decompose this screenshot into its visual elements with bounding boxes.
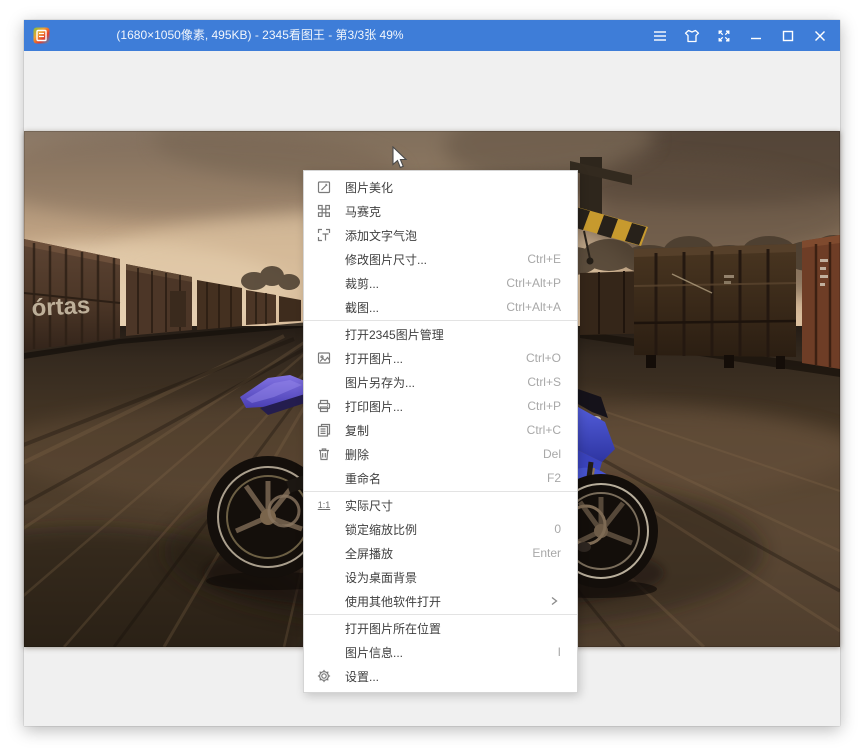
hamburger-icon [653,30,667,42]
maximize-button[interactable] [772,20,804,51]
graffiti-text: órtas [31,291,91,321]
menu-separator [304,491,577,492]
menu-separator [304,614,577,615]
actual-size-icon: 1:1 [316,497,332,513]
menu-item-beautify[interactable]: 图片美化 [304,175,577,199]
fullscreen-icon [717,29,731,43]
copy-icon [316,422,332,438]
menu-item-copy[interactable]: 复制 Ctrl+C [304,418,577,442]
fullscreen-button[interactable] [708,20,740,51]
menu-item-mosaic[interactable]: 马赛克 [304,199,577,223]
menu-item-label: 添加文字气泡 [345,227,541,244]
menu-item-delete[interactable]: 删除 Del [304,442,577,466]
menu-item-label: 实际尺寸 [345,497,541,514]
menu-item-resize[interactable]: 修改图片尺寸... Ctrl+E [304,247,577,271]
menu-item-label: 图片信息... [345,644,538,661]
menu-item-shortcut: Ctrl+Alt+A [506,300,561,314]
menu-item-fullscreen-play[interactable]: 全屏播放 Enter [304,541,577,565]
edit-icon [316,179,332,195]
menu-item-set-wallpaper[interactable]: 设为桌面背景 [304,565,577,589]
menu-item-label: 裁剪... [345,275,486,292]
menu-item-screenshot[interactable]: 截图... Ctrl+Alt+A [304,295,577,319]
menu-item-shortcut: Ctrl+Alt+P [506,276,561,290]
menu-item-label: 重命名 [345,470,527,487]
menu-item-shortcut: Enter [532,546,561,560]
titlebar[interactable]: (1680×1050像素, 495KB) - 2345看图王 - 第3/3张 4… [24,20,840,51]
menu-item-label: 打印图片... [345,398,507,415]
menu-item-label: 使用其他软件打开 [345,593,527,610]
menu-item-image-info[interactable]: 图片信息... I [304,640,577,664]
minimize-icon [750,30,762,42]
close-icon [814,30,826,42]
menu-item-shortcut: F2 [547,471,561,485]
menu-item-open-file-location[interactable]: 打开图片所在位置 [304,616,577,640]
menu-item-shortcut: Ctrl+C [527,423,561,437]
menu-item-label: 设为桌面背景 [345,569,541,586]
menu-item-print[interactable]: 打印图片... Ctrl+P [304,394,577,418]
menu-item-label: 打开图片... [345,350,506,367]
menu-item-open-image[interactable]: 打开图片... Ctrl+O [304,346,577,370]
window-title: (1680×1050像素, 495KB) - 2345看图王 - 第3/3张 4… [64,20,456,51]
menu-item-label: 全屏播放 [345,545,512,562]
menu-item-rename[interactable]: 重命名 F2 [304,466,577,490]
menu-item-shortcut: I [558,645,561,659]
skin-button[interactable] [676,20,708,51]
menu-item-crop[interactable]: 裁剪... Ctrl+Alt+P [304,271,577,295]
menu-item-shortcut: 0 [554,522,561,536]
context-menu: 图片美化 马赛克 添加文字气泡 修改图片尺寸... Ctrl+E 裁剪... C… [303,170,578,693]
gear-icon [316,668,332,684]
menu-item-label: 修改图片尺寸... [345,251,507,268]
menu-item-shortcut: Del [543,447,561,461]
main-menu-button[interactable] [644,20,676,51]
menu-item-label: 图片美化 [345,179,541,196]
minimize-button[interactable] [740,20,772,51]
menu-item-label: 设置... [345,668,541,685]
submenu-chevron-icon [547,594,561,608]
text-bubble-icon [316,227,332,243]
menu-item-label: 截图... [345,299,486,316]
menu-item-shortcut: Ctrl+P [527,399,561,413]
menu-item-label: 删除 [345,446,523,463]
app-icon[interactable] [33,27,50,44]
menu-item-shortcut: Ctrl+O [526,351,561,365]
printer-icon [316,398,332,414]
menu-item-shortcut: Ctrl+E [527,252,561,266]
menu-item-add-text-bubble[interactable]: 添加文字气泡 [304,223,577,247]
menu-item-label: 打开图片所在位置 [345,620,541,637]
menu-item-save-as[interactable]: 图片另存为... Ctrl+S [304,370,577,394]
menu-item-label: 复制 [345,422,507,439]
mosaic-icon [316,203,332,219]
menu-item-settings[interactable]: 设置... [304,664,577,688]
tshirt-icon [684,29,700,43]
menu-item-open-with[interactable]: 使用其他软件打开 [304,589,577,613]
image-icon [316,350,332,366]
menu-item-actual-size[interactable]: 1:1 实际尺寸 [304,493,577,517]
trash-icon [316,446,332,462]
menu-item-label: 锁定缩放比例 [345,521,534,538]
menu-separator [304,320,577,321]
menu-item-lock-zoom[interactable]: 锁定缩放比例 0 [304,517,577,541]
menu-item-shortcut: Ctrl+S [527,375,561,389]
mouse-cursor [391,146,409,175]
menu-item-open-2345-manager[interactable]: 打开2345图片管理 [304,322,577,346]
maximize-icon [782,30,794,42]
close-button[interactable] [804,20,836,51]
menu-item-label: 马赛克 [345,203,541,220]
menu-item-label: 图片另存为... [345,374,507,391]
menu-item-label: 打开2345图片管理 [345,326,541,343]
